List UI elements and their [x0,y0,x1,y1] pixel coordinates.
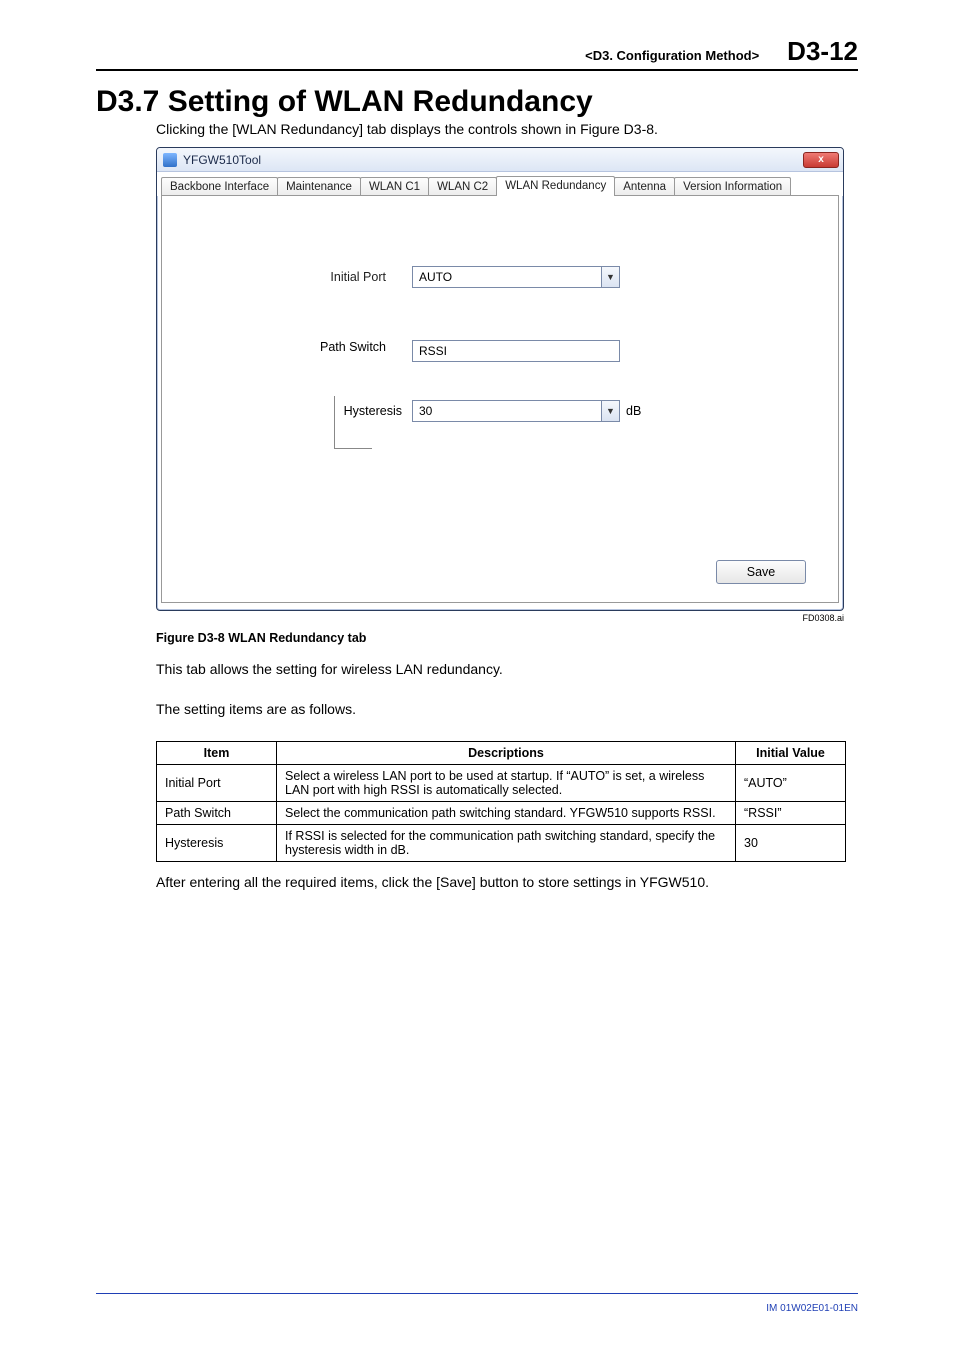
initial-port-label: Initial Port [192,270,412,284]
table-row: Initial Port Select a wireless LAN port … [157,765,846,802]
close-button[interactable]: x [803,152,839,168]
tree-vline [334,396,335,448]
hysteresis-select[interactable]: 30 ▼ [412,400,620,422]
th-initial-value: Initial Value [736,742,846,765]
heading-d3-7: D3.7 Setting of WLAN Redundancy [96,85,858,119]
initial-port-value: AUTO [412,266,602,288]
tab-wlan-c1[interactable]: WLAN C1 [360,177,429,196]
header-pagenum: D3-12 [787,36,858,67]
save-button[interactable]: Save [716,560,806,584]
tab-backbone-interface[interactable]: Backbone Interface [161,177,278,196]
para-tab-allows: This tab allows the setting for wireless… [156,661,858,677]
table-row: Path Switch Select the communication pat… [157,802,846,825]
th-descriptions: Descriptions [277,742,736,765]
app-icon [163,153,177,167]
hysteresis-value: 30 [412,400,602,422]
titlebar: YFGW510Tool x [157,148,843,172]
hysteresis-unit: dB [626,404,641,418]
settings-table: Item Descriptions Initial Value Initial … [156,741,846,862]
titlebar-text: YFGW510Tool [183,153,803,167]
header-chapter: <D3. Configuration Method> [585,48,759,63]
tab-maintenance[interactable]: Maintenance [277,177,361,196]
figure-id: FD0308.ai [96,613,844,623]
tab-wlan-c2[interactable]: WLAN C2 [428,177,497,196]
table-row: Hysteresis If RSSI is selected for the c… [157,825,846,862]
footer-docnum: IM 01W02E01-01EN [766,1303,858,1314]
footer-rule [96,1293,858,1294]
initial-port-select[interactable]: AUTO ▼ [412,266,620,288]
cell-item: Path Switch [157,802,277,825]
hysteresis-label: Hysteresis [316,404,412,418]
cell-desc: Select a wireless LAN port to be used at… [277,765,736,802]
tab-body: Initial Port AUTO ▼ Path Switch RSSI Hys… [161,195,839,603]
para-after-entering: After entering all the required items, c… [156,874,858,890]
tabs-row: Backbone Interface Maintenance WLAN C1 W… [157,172,843,196]
tab-antenna[interactable]: Antenna [614,177,675,196]
cell-item: Initial Port [157,765,277,802]
cell-val: 30 [736,825,846,862]
para-items-follows: The setting items are as follows. [156,701,858,717]
chevron-down-icon[interactable]: ▼ [602,266,620,288]
chevron-down-icon[interactable]: ▼ [602,400,620,422]
cell-val: “AUTO” [736,765,846,802]
table-header-row: Item Descriptions Initial Value [157,742,846,765]
figure-caption: Figure D3-8 WLAN Redundancy tab [156,631,858,645]
path-switch-input[interactable]: RSSI [412,340,620,362]
cell-item: Hysteresis [157,825,277,862]
intro-text: Clicking the [WLAN Redundancy] tab displ… [156,121,858,137]
cell-desc: Select the communication path switching … [277,802,736,825]
page-header: <D3. Configuration Method> D3-12 [96,36,858,71]
tab-wlan-redundancy[interactable]: WLAN Redundancy [496,176,615,196]
tree-hline [334,448,372,449]
app-window: YFGW510Tool x Backbone Interface Mainten… [156,147,844,611]
cell-val: “RSSI” [736,802,846,825]
cell-desc: If RSSI is selected for the communicatio… [277,825,736,862]
th-item: Item [157,742,277,765]
tab-version-information[interactable]: Version Information [674,177,791,196]
